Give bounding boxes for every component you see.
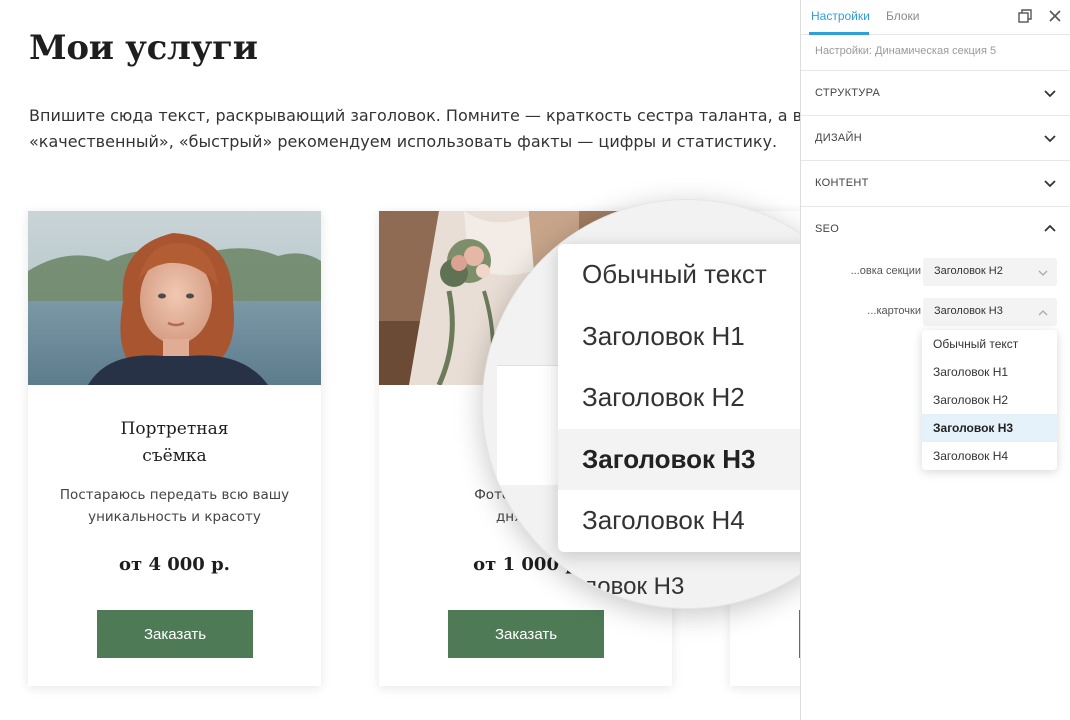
card-heading-select[interactable]: Заголовок H3 <box>923 298 1057 326</box>
section-design[interactable]: ДИЗАЙН <box>801 115 1070 160</box>
magnified-dropdown: Обычный текст Заголовок H1 Заголовок H2 … <box>558 244 800 552</box>
tab-blocks[interactable]: Блоки <box>886 9 920 23</box>
card-desc-line-2: уникальность и красоту <box>88 509 261 525</box>
seo-card-heading-row: ...карточки Заголовок H3 <box>801 298 1070 326</box>
magnifier-lens: Обычный текст Заголовок H1 Заголовок H2 … <box>482 199 800 609</box>
chevron-down-icon <box>1043 131 1057 145</box>
select-value: Заголовок H3 <box>934 305 1003 317</box>
order-button[interactable]: Заказать <box>448 610 604 658</box>
section-label: КОНТЕНТ <box>815 177 869 189</box>
chevron-down-icon <box>1037 266 1049 278</box>
chevron-up-icon <box>1037 306 1049 318</box>
dropdown-option-h2[interactable]: Заголовок H2 <box>922 386 1057 414</box>
order-button[interactable]: Заказать <box>97 610 253 658</box>
card-title-line-2: съёмка <box>142 446 207 466</box>
chevron-down-icon <box>1043 176 1057 190</box>
card-title: Портретная съёмка <box>28 416 321 470</box>
tab-active-indicator <box>809 32 869 35</box>
seo-label: ...карточки <box>867 305 921 317</box>
section-structure[interactable]: СТРУКТУРА <box>801 70 1070 115</box>
section-label: SEO <box>815 223 840 235</box>
magnified-option: Заголовок H2 <box>582 382 745 412</box>
card-description: Постараюсь передать всю вашу уникальност… <box>28 484 321 528</box>
panel-subtitle: Настройки: Динамическая секция 5 <box>815 45 997 57</box>
close-icon[interactable] <box>1047 8 1065 26</box>
intro-line-1: Впишите сюда текст, раскрывающий заголов… <box>29 106 800 125</box>
dropdown-option-plain-text[interactable]: Обычный текст <box>922 330 1057 358</box>
section-seo[interactable]: SEO <box>801 206 1070 251</box>
undock-icon[interactable] <box>1017 8 1035 26</box>
card-title-line-1: Портретная <box>120 419 229 439</box>
heading-dropdown-list: Обычный текст Заголовок H1 Заголовок H2 … <box>922 330 1057 470</box>
panel-tabs: Настройки Блоки <box>801 0 1070 35</box>
intro-text: Впишите сюда текст, раскрывающий заголов… <box>29 103 800 155</box>
magnified-option: Заголовок H1 <box>582 320 745 351</box>
intro-line-2: «качественный», «быстрый» рекомендуем ис… <box>29 132 778 151</box>
chevron-up-icon <box>1043 222 1057 236</box>
dropdown-option-h3[interactable]: Заголовок H3 <box>922 414 1057 442</box>
magnified-option-selected: Заголовок H3 <box>558 428 800 490</box>
seo-label: ...овка секции <box>850 265 921 277</box>
card-price: от 4 000 р. <box>119 554 230 575</box>
magnified-option: Заголовок H4 <box>582 505 745 535</box>
magnified-select-value: ловок H3 <box>583 573 685 600</box>
service-card: Портретная съёмка Постараюсь передать вс… <box>28 211 321 686</box>
magnified-option: Обычный текст <box>582 259 767 289</box>
chevron-down-icon <box>1043 86 1057 100</box>
seo-section-heading-row: ...овка секции Заголовок H2 <box>801 258 1070 286</box>
section-heading-select[interactable]: Заголовок H2 <box>923 258 1057 286</box>
page-preview: Мои услуги Впишите сюда текст, раскрываю… <box>0 0 800 720</box>
section-label: СТРУКТУРА <box>815 87 881 99</box>
dropdown-option-h4[interactable]: Заголовок H4 <box>922 442 1057 470</box>
card-desc-line-1: Постараюсь передать всю вашу <box>59 487 290 503</box>
dropdown-option-h1[interactable]: Заголовок H1 <box>922 358 1057 386</box>
section-label: ДИЗАЙН <box>815 132 862 144</box>
select-value: Заголовок H2 <box>934 265 1003 277</box>
page-title: Мои услуги <box>29 28 258 68</box>
tab-settings[interactable]: Настройки <box>811 9 870 23</box>
section-content[interactable]: КОНТЕНТ <box>801 160 1070 205</box>
card-photo-portrait <box>28 211 321 385</box>
